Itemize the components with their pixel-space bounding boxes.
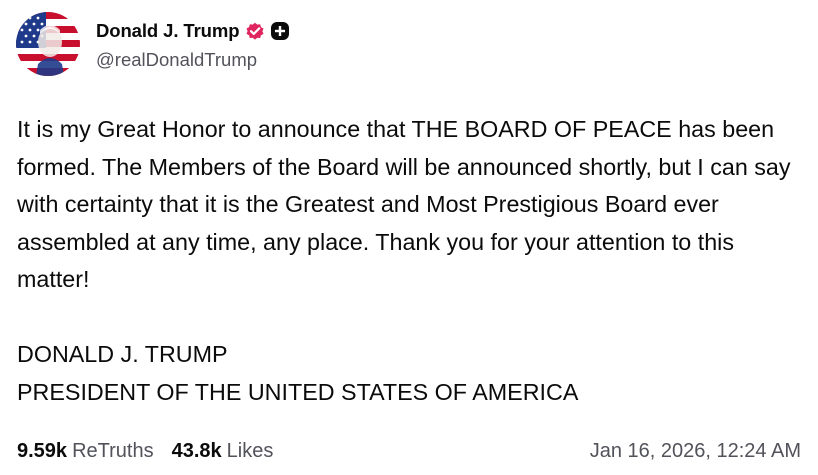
verified-badge-icon	[245, 21, 265, 41]
retruths-stat[interactable]: 9.59k ReTruths	[17, 440, 154, 463]
likes-label: Likes	[226, 439, 274, 462]
name-row: Donald J. Trump	[96, 17, 290, 45]
signature-line-name: DONALD J. TRUMP	[17, 341, 228, 367]
flag-portrait-avatar-icon	[16, 12, 80, 76]
truth-post: Donald J. Trump @realDonaldTrump It is m…	[0, 0, 818, 475]
plus-badge-icon	[270, 21, 290, 41]
signature-line-title: PRESIDENT OF THE UNITED STATES OF AMERIC…	[17, 378, 579, 405]
author-handle[interactable]: @realDonaldTrump	[96, 49, 290, 71]
likes-count: 43.8k	[171, 439, 222, 462]
retruths-label: ReTruths	[72, 439, 154, 462]
author-display-name[interactable]: Donald J. Trump	[96, 20, 240, 42]
post-header: Donald J. Trump @realDonaldTrump	[16, 12, 290, 76]
post-paragraph: It is my Great Honor to announce that TH…	[17, 116, 791, 292]
post-stats: 9.59k ReTruths 43.8k Likes	[17, 440, 291, 463]
author-identity: Donald J. Trump @realDonaldTrump	[96, 12, 290, 76]
post-timestamp[interactable]: Jan 16, 2026, 12:24 AM	[590, 440, 801, 463]
avatar[interactable]	[16, 12, 80, 76]
post-footer: 9.59k ReTruths 43.8k Likes Jan 16, 2026,…	[17, 434, 801, 468]
retruths-count: 9.59k	[17, 439, 68, 462]
likes-stat[interactable]: 43.8k Likes	[172, 440, 274, 463]
post-body: It is my Great Honor to announce that TH…	[17, 111, 807, 411]
